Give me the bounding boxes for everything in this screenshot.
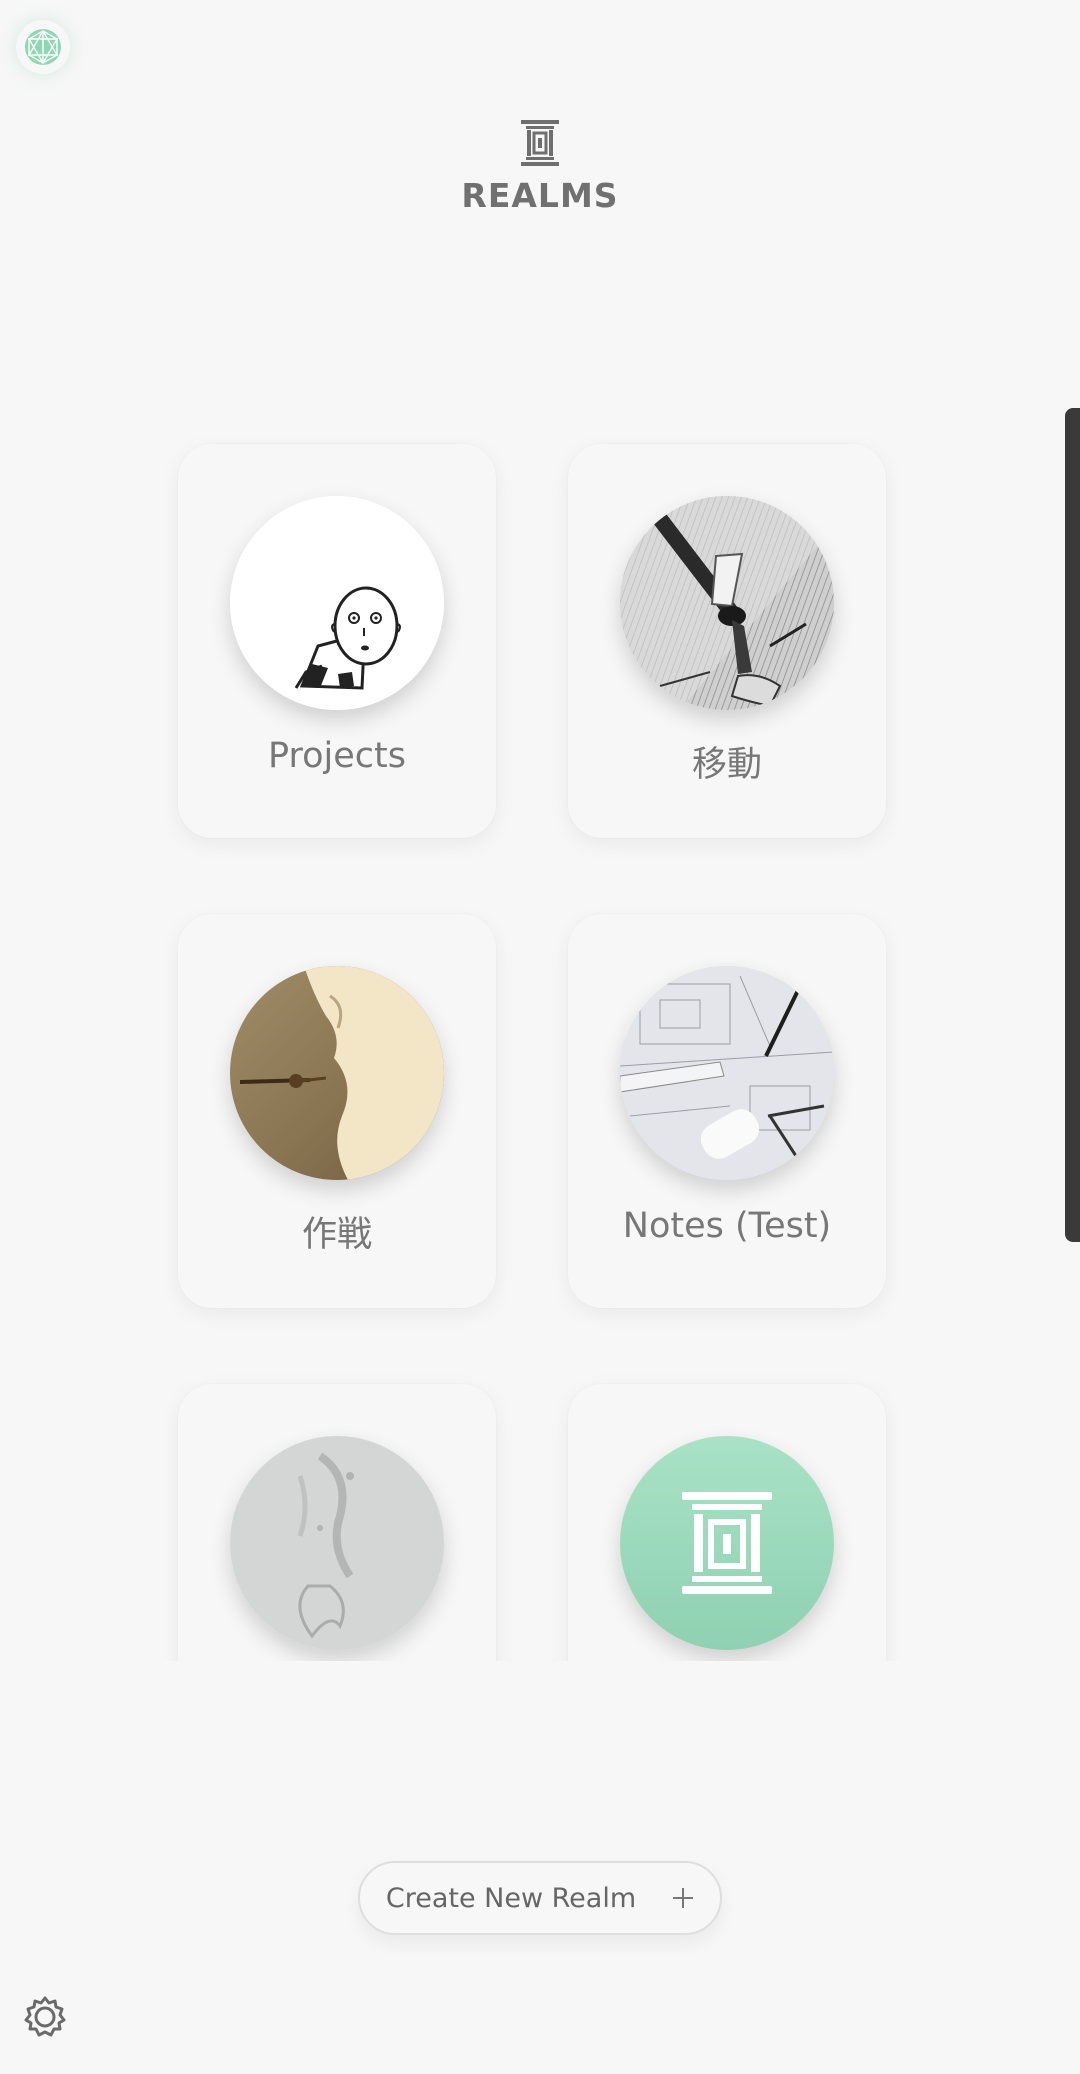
header: REALMS xyxy=(0,118,1080,215)
gear-icon[interactable] xyxy=(22,1994,68,2040)
create-new-realm-button[interactable]: Create New Realm xyxy=(358,1861,722,1935)
realm-card-6[interactable] xyxy=(568,1384,886,1661)
realm-name: 作戦 xyxy=(301,1215,372,1255)
portal-pillar-icon xyxy=(521,120,559,166)
realm-name: 移動 xyxy=(691,745,762,785)
realm-name: Projects xyxy=(268,736,406,776)
realm-card-projects[interactable]: Projects xyxy=(178,444,496,838)
plus-icon xyxy=(672,1887,694,1909)
realm-image xyxy=(620,966,834,1180)
realm-image xyxy=(230,1436,444,1650)
realm-image xyxy=(230,496,444,710)
app-logo-icon[interactable] xyxy=(16,20,70,74)
realm-grid: Projects 移動 作戦 Notes (Test) xyxy=(0,420,1060,1661)
scrollbar[interactable] xyxy=(1065,408,1080,1242)
create-button-label: Create New Realm xyxy=(385,1882,637,1914)
realm-image xyxy=(620,496,834,710)
realm-image xyxy=(620,1436,834,1650)
realm-card-notes-test[interactable]: Notes (Test) xyxy=(568,914,886,1308)
page-title: REALMS xyxy=(461,176,619,215)
realm-image xyxy=(230,966,444,1180)
realm-name: Notes (Test) xyxy=(622,1206,832,1246)
realm-card-5[interactable] xyxy=(178,1384,496,1661)
realms-screen: REALMS Projects 移動 作戦 Notes (Test) Creat… xyxy=(0,0,1080,2074)
realm-card-sakusen[interactable]: 作戦 xyxy=(178,914,496,1308)
realm-card-idou[interactable]: 移動 xyxy=(568,444,886,838)
